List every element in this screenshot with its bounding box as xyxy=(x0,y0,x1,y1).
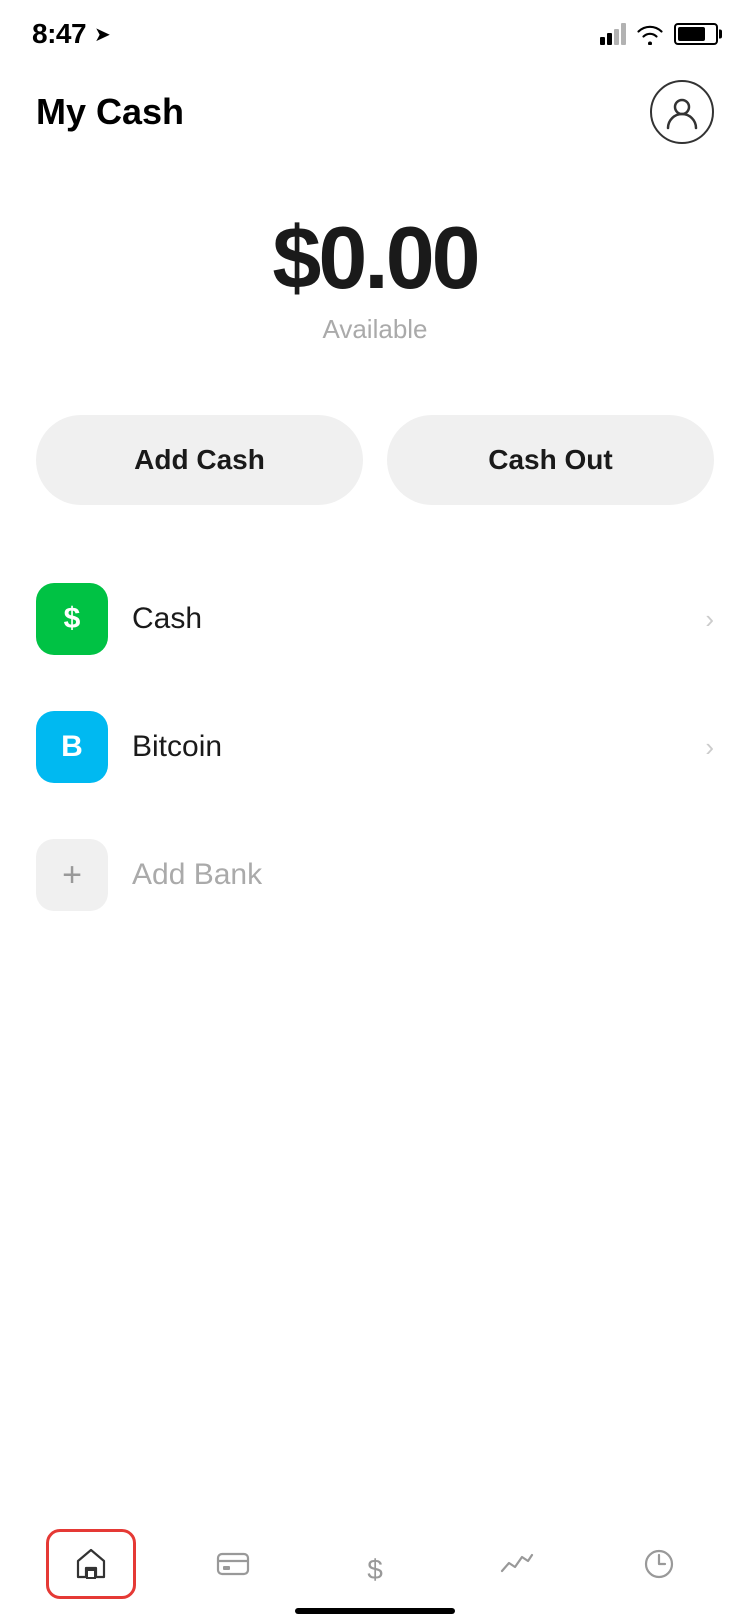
svg-text:$: $ xyxy=(367,1554,383,1583)
home-indicator xyxy=(295,1608,455,1614)
battery-icon xyxy=(674,23,718,45)
add-cash-button[interactable]: Add Cash xyxy=(36,415,363,505)
balance-label: Available xyxy=(322,314,427,345)
status-time: 8:47 xyxy=(32,18,86,50)
balance-amount: $0.00 xyxy=(272,214,477,302)
nav-home[interactable] xyxy=(46,1529,136,1599)
dollar-icon: $ xyxy=(356,1545,394,1583)
add-bank-icon: + xyxy=(36,839,108,911)
wifi-icon xyxy=(636,23,664,45)
action-buttons: Add Cash Cash Out xyxy=(0,375,750,555)
status-bar: 8:47 ➤ xyxy=(0,0,750,60)
add-bank-item[interactable]: + Add Bank xyxy=(36,811,714,939)
cash-chevron-icon: › xyxy=(705,604,714,635)
bitcoin-icon: B xyxy=(36,711,108,783)
balance-section: $0.00 Available xyxy=(0,164,750,375)
activity-icon xyxy=(498,1545,536,1583)
cash-out-button[interactable]: Cash Out xyxy=(387,415,714,505)
cash-icon: $ xyxy=(36,583,108,655)
status-icons xyxy=(600,23,718,45)
bitcoin-chevron-icon: › xyxy=(705,732,714,763)
bitcoin-account-item[interactable]: B Bitcoin › xyxy=(36,683,714,811)
cash-label: Cash xyxy=(132,602,705,636)
card-icon xyxy=(214,1545,252,1583)
signal-icon xyxy=(600,23,626,45)
bottom-nav: $ xyxy=(0,1504,750,1624)
history-icon xyxy=(640,1545,678,1583)
bitcoin-label: Bitcoin xyxy=(132,730,705,764)
nav-card[interactable] xyxy=(188,1529,278,1599)
add-bank-label: Add Bank xyxy=(132,858,714,892)
nav-history[interactable] xyxy=(614,1529,704,1599)
nav-activity[interactable] xyxy=(472,1529,562,1599)
nav-dollar[interactable]: $ xyxy=(330,1529,420,1599)
location-icon: ➤ xyxy=(94,22,111,47)
page-title: My Cash xyxy=(36,91,184,133)
home-icon xyxy=(72,1545,110,1583)
cash-account-item[interactable]: $ Cash › xyxy=(36,555,714,683)
profile-button[interactable] xyxy=(650,80,714,144)
header: My Cash xyxy=(0,60,750,164)
account-list: $ Cash › B Bitcoin › + Add Bank xyxy=(0,555,750,939)
